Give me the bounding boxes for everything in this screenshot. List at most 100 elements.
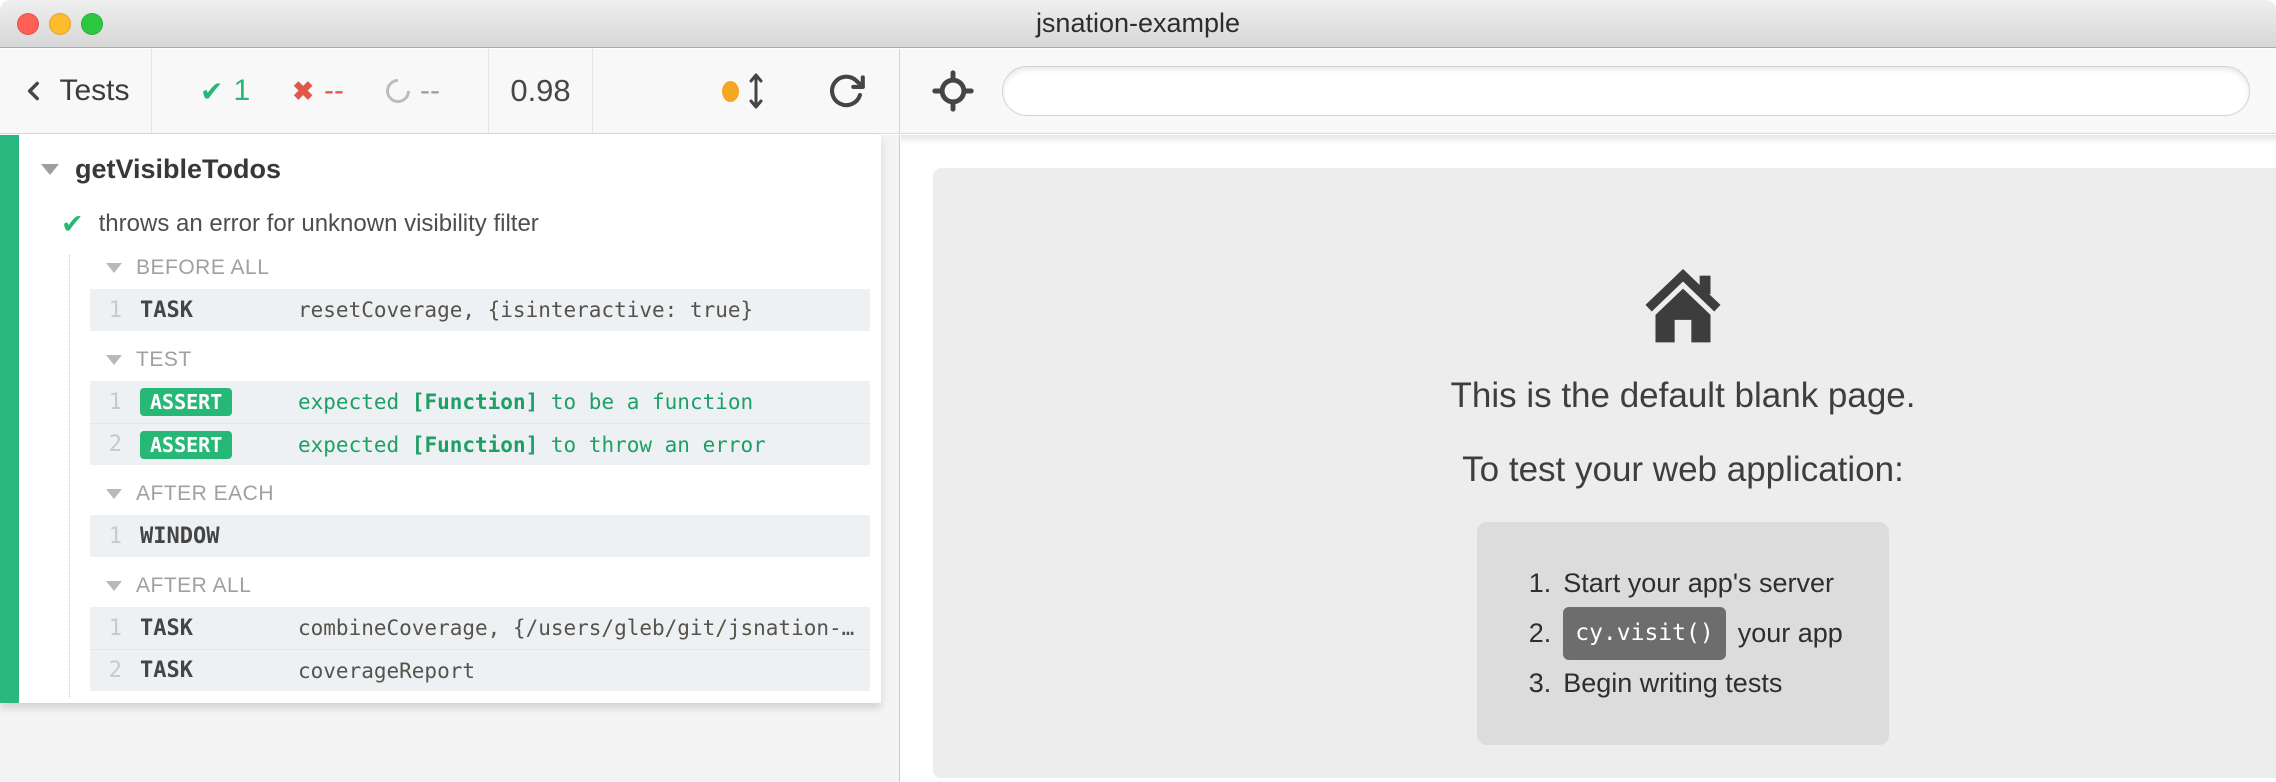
command-type: WINDOW [140,524,298,549]
assert-subject: [Function] [412,390,538,414]
viewport-dot-icon [722,81,739,102]
close-window-button[interactable] [17,13,39,35]
command-row[interactable]: 2 TASK coverageReport [90,649,870,691]
url-input[interactable] [1002,66,2250,116]
passed-count: 1 [234,74,251,108]
hook-label: AFTER ALL [136,574,251,598]
chevron-left-icon [21,76,47,106]
viewport-section [593,49,899,133]
step-number: 2. [1513,610,1551,657]
toolbar-right [900,49,2276,133]
command-type: ASSERT [140,431,298,459]
failed-x-icon: ✖ [292,76,314,107]
command-type: TASK [140,616,298,641]
toolbar-left: Tests ✔ 1 ✖ -- -- 0.98 [0,49,900,133]
command-rows: 1 TASK combineCoverage, {/users/gleb/git… [90,607,870,691]
collapse-caret-icon [106,355,122,365]
hook-header-after-all[interactable]: AFTER ALL [106,573,881,599]
stat-failed: ✖ -- [292,74,344,108]
zoom-window-button[interactable] [81,13,103,35]
hook-label: AFTER EACH [136,482,274,506]
home-icon [1641,264,1725,344]
viewport-resize-icon [747,72,765,110]
toolbar: Tests ✔ 1 ✖ -- -- 0.98 [0,49,2276,134]
step-number: 1. [1513,560,1551,607]
selector-playground-button[interactable] [932,70,974,112]
command-message: resetCoverage, {isinteractive: true} [298,298,870,322]
step-number: 3. [1513,660,1551,707]
command-number: 2 [90,432,140,457]
minimize-window-button[interactable] [49,13,71,35]
step-text: Begin writing tests [1563,660,1782,707]
reporter-panel: getVisibleTodos ✔ throws an error for un… [0,135,900,782]
hook-header-test[interactable]: TEST [106,347,881,373]
step-item: 1. Start your app's server [1513,560,1843,607]
assert-message: expected [Function] to throw an error [298,433,870,457]
step-text: Start your app's server [1563,560,1834,607]
command-number: 1 [90,390,140,415]
command-number: 1 [90,616,140,641]
passed-check-icon: ✔ [200,75,223,108]
assert-subject: [Function] [412,433,538,457]
spec-report-card: getVisibleTodos ✔ throws an error for un… [0,135,881,703]
command-number: 1 [90,524,140,549]
command-message: coverageReport [298,659,870,683]
command-type: ASSERT [140,388,298,416]
aut-iframe: This is the default blank page. To test … [933,168,2276,778]
command-rows: 1 TASK resetCoverage, {isinteractive: tr… [90,289,870,331]
command-type: TASK [140,298,298,323]
assert-badge: ASSERT [140,431,232,459]
step-item: 2. cy.visit() your app [1513,607,1843,660]
hook-header-before-all[interactable]: BEFORE ALL [106,255,881,281]
step-text: your app [1738,610,1843,657]
traffic-lights [17,13,103,35]
collapse-caret-icon [106,581,122,591]
blank-page-heading: This is the default blank page. [1450,376,1915,416]
command-type: TASK [140,658,298,683]
command-rows: 1 ASSERT expected [Function] to be a fun… [90,381,870,465]
assert-badge: ASSERT [140,388,232,416]
hook-label: TEST [136,348,192,372]
stat-passed: ✔ 1 [200,74,250,108]
collapse-caret-icon [41,164,59,175]
suite-title: getVisibleTodos [75,154,281,185]
window-title: jsnation-example [1036,8,1240,39]
suite-header[interactable]: getVisibleTodos [41,149,881,189]
titlebar: jsnation-example [0,0,2276,48]
back-to-tests-label: Tests [59,74,129,108]
assert-message: expected [Function] to be a function [298,390,870,414]
collapse-caret-icon [106,263,122,273]
test-duration: 0.98 [489,49,593,133]
app-window: jsnation-example Tests ✔ 1 ✖ -- [0,0,2276,782]
failed-count: -- [324,74,344,108]
refresh-icon[interactable] [827,72,865,110]
step-item: 3. Begin writing tests [1513,660,1843,707]
command-row[interactable]: 2 ASSERT expected [Function] to throw an… [90,423,870,465]
command-row[interactable]: 1 WINDOW [90,515,870,557]
hook-header-after-each[interactable]: AFTER EACH [106,481,881,507]
stat-pending: -- [386,74,440,108]
test-name: throws an error for unknown visibility f… [99,210,539,238]
test-passed-check-icon: ✔ [61,209,84,240]
hooks-list: BEFORE ALL 1 TASK resetCoverage, {isinte… [69,255,881,697]
command-row[interactable]: 1 TASK resetCoverage, {isinteractive: tr… [90,289,870,331]
pending-circle-icon [381,74,415,108]
crosshair-icon [932,70,974,112]
app-preview-panel: This is the default blank page. To test … [901,135,2276,782]
blank-page-subheading: To test your web application: [1462,450,1904,490]
collapse-caret-icon [106,489,122,499]
command-message: combineCoverage, {/users/gleb/git/jsnati… [298,616,870,640]
command-row[interactable]: 1 TASK combineCoverage, {/users/gleb/git… [90,607,870,649]
command-number: 1 [90,298,140,323]
command-row[interactable]: 1 ASSERT expected [Function] to be a fun… [90,381,870,423]
test-row[interactable]: ✔ throws an error for unknown visibility… [61,207,881,241]
command-number: 2 [90,658,140,683]
hook-label: BEFORE ALL [136,256,269,280]
cy-visit-code-chip: cy.visit() [1563,607,1725,660]
getting-started-box: 1. Start your app's server 2. cy.visit()… [1477,522,1889,745]
pending-count: -- [420,74,440,108]
command-rows: 1 WINDOW [90,515,870,557]
test-stats: ✔ 1 ✖ -- -- [152,49,489,133]
viewport-indicator[interactable] [722,72,765,110]
back-to-tests-button[interactable]: Tests [0,49,152,133]
